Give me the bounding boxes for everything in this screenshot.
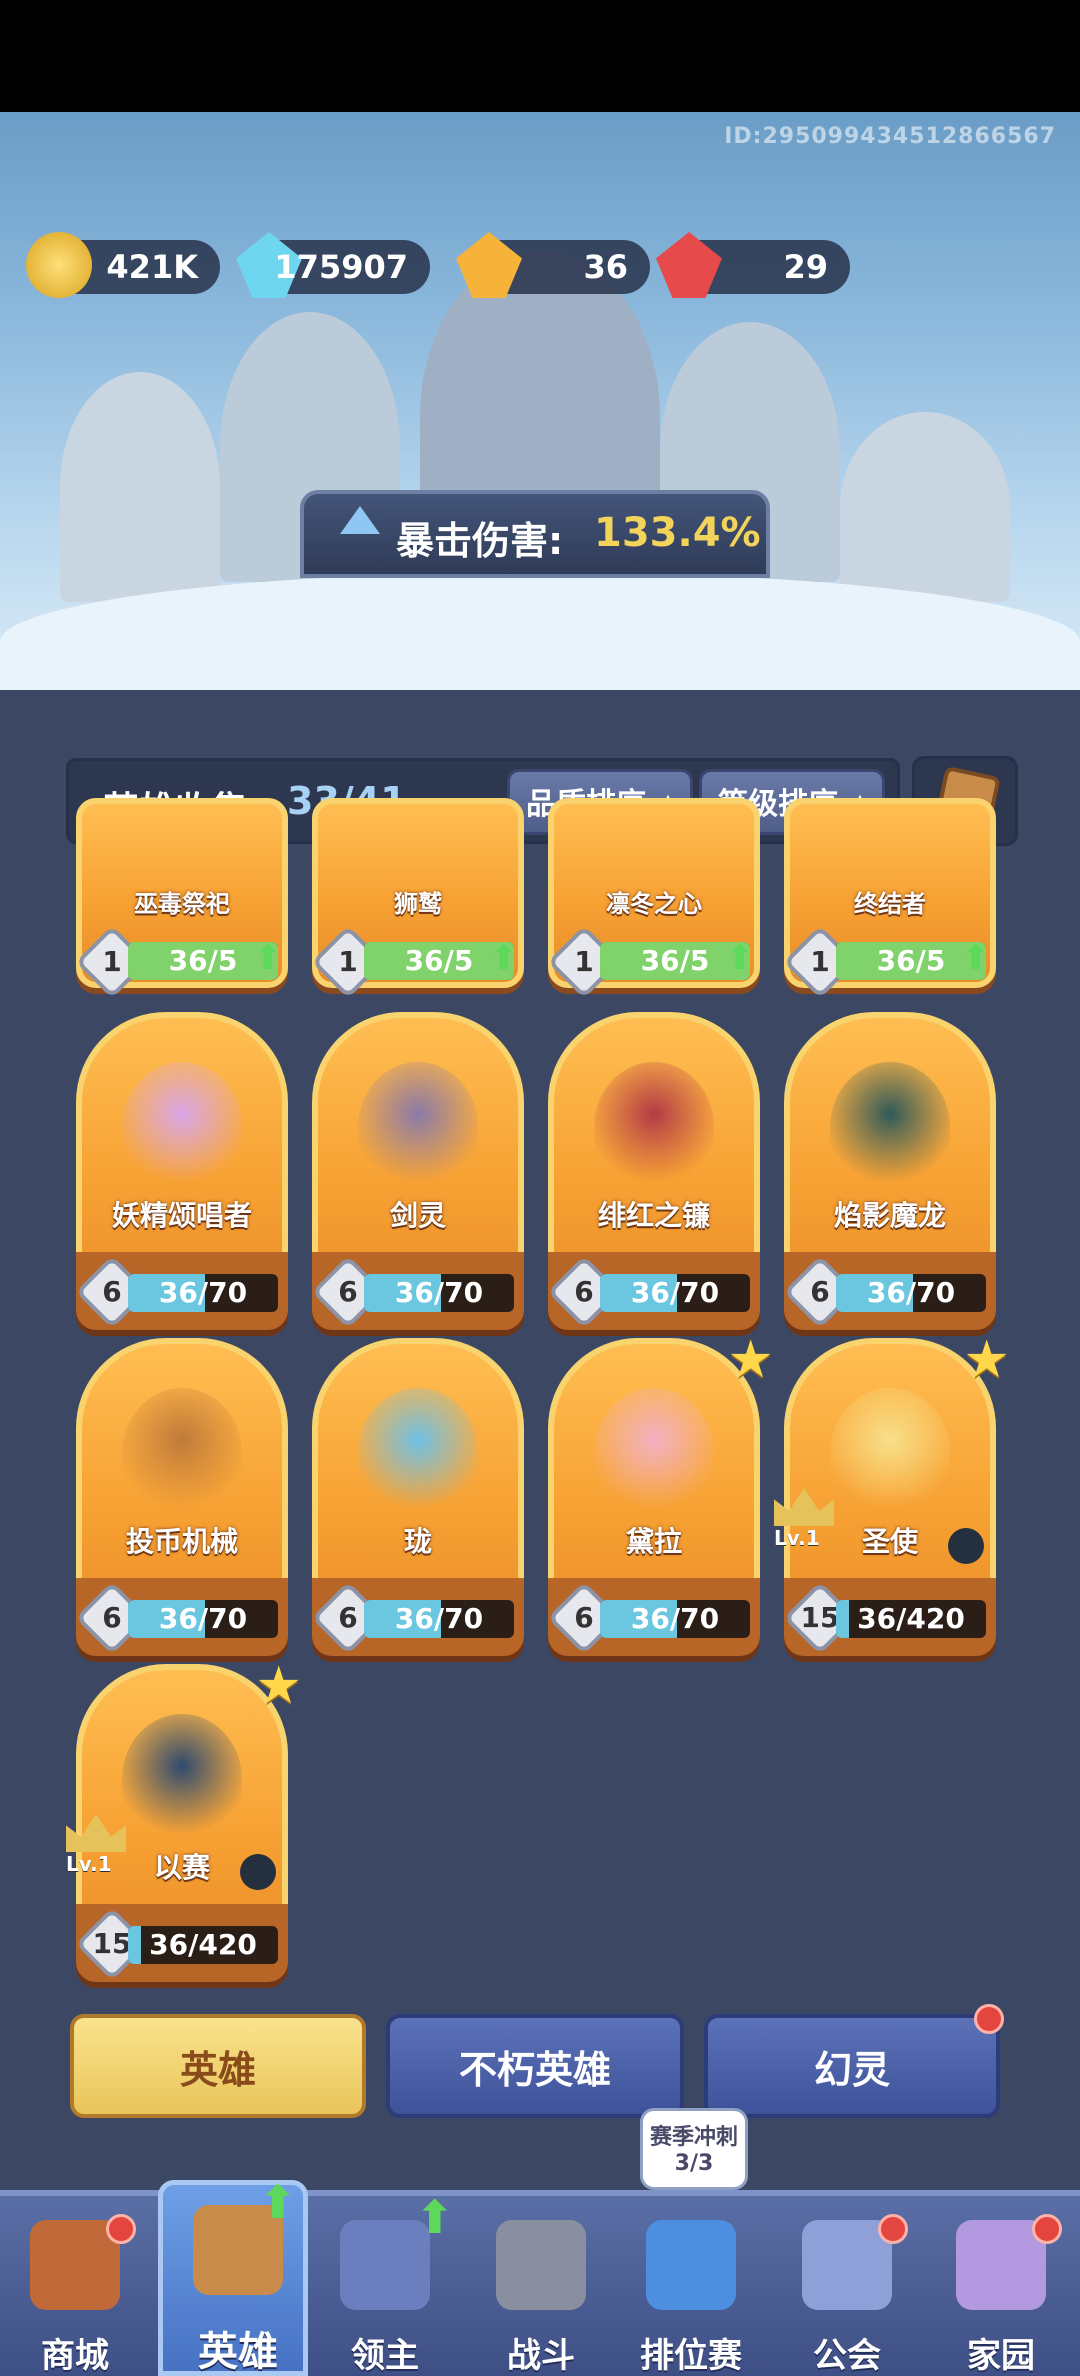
arrow-up-icon — [340, 506, 380, 534]
orange-gem-value: 36 — [583, 248, 628, 286]
statue-left — [60, 372, 220, 602]
nav-guild[interactable]: 公会 — [772, 2200, 922, 2376]
notification-dot — [878, 2214, 908, 2244]
progress-bar: 36/70 — [128, 1600, 278, 1638]
hero-name: 妖精颂唱者 — [111, 1199, 252, 1232]
crystal-value: 175907 — [274, 248, 408, 286]
crown-icon — [774, 1488, 834, 1526]
crown-badge: Lv.1 — [66, 1814, 132, 1876]
currency-red-gem[interactable]: 29 — [656, 232, 850, 298]
hero-card[interactable]: 投币机械 6 36/70 — [75, 1338, 288, 1658]
hero-portrait — [830, 1062, 950, 1192]
hero-name: 珑 — [403, 1525, 432, 1558]
status-bar — [0, 0, 1080, 112]
hero-card[interactable]: 焰影魔龙 6 36/70 — [783, 1012, 996, 1332]
upgrade-arrow-icon: ⬆ — [258, 2175, 297, 2229]
gold-coin-icon — [26, 232, 92, 298]
upgrade-arrow-icon: ⬆ — [253, 938, 283, 978]
tab-hero[interactable]: 英雄 — [70, 2014, 366, 2118]
nav-ranked[interactable]: 排位赛 — [616, 2200, 766, 2376]
upgrade-arrow-icon: ⬆ — [961, 938, 991, 978]
hero-portrait — [358, 1062, 478, 1192]
hero-portrait — [594, 1388, 714, 1518]
progress-bar: 36/420 — [128, 1926, 278, 1964]
hero-portrait — [122, 1388, 242, 1518]
progress-bar: 36/70 — [128, 1274, 278, 1312]
nav-lord[interactable]: 领主 ⬆ — [310, 2190, 460, 2376]
notification-dot — [1032, 2214, 1062, 2244]
hero-card[interactable]: 终结者 1 36/5 ⬆ — [783, 798, 996, 999]
gold-value: 421K — [106, 248, 198, 286]
hero-card[interactable]: 剑灵 6 36/70 — [311, 1012, 524, 1332]
hero-card[interactable]: 圣使 15 36/420 ★ Lv.1 — [774, 1330, 1010, 1658]
currency-gold[interactable]: 421K — [26, 232, 220, 298]
hero-portrait — [594, 1062, 714, 1192]
progress-bar: 36/70 — [600, 1600, 750, 1638]
hero-card[interactable]: 以赛 15 36/420 ★ Lv.1 — [66, 1656, 302, 1984]
hero-name: 终结者 — [854, 890, 926, 918]
hero-card[interactable]: 凛冬之心 1 36/5 ⬆ — [547, 798, 760, 999]
progress-bar: 36/70 — [364, 1600, 514, 1638]
upgrade-arrow-icon: ⬆ — [725, 938, 755, 978]
progress-bar: 36/70 — [836, 1274, 986, 1312]
crown-badge: Lv.1 — [774, 1488, 840, 1550]
star-icon: ★ — [255, 1656, 302, 1716]
crit-label: 暴击伤害: — [396, 519, 564, 563]
pet-icon — [240, 1854, 276, 1890]
star-icon: ★ — [963, 1330, 1010, 1390]
hero-name: 绯红之镰 — [597, 1199, 710, 1232]
hero-name: 剑灵 — [389, 1199, 446, 1232]
hero-portrait — [122, 1714, 242, 1844]
tab-immortal-hero[interactable]: 不朽英雄 — [386, 2014, 684, 2118]
hero-card[interactable]: 珑 6 36/70 — [311, 1338, 524, 1658]
nav-hero[interactable]: 英雄 ⬆ — [158, 2175, 308, 2376]
hero-card[interactable]: 黛拉 6 36/70 ★ — [547, 1330, 774, 1658]
hero-portrait — [122, 1062, 242, 1192]
nav-home[interactable]: 家园 — [926, 2200, 1076, 2376]
crossed-swords-icon — [496, 2220, 586, 2310]
hero-card[interactable]: 巫毒祭祀 1 36/5 ⬆ — [75, 798, 288, 999]
hero-name: 凛冬之心 — [606, 890, 702, 918]
ranked-shield-icon — [646, 2220, 736, 2310]
crit-value: 133.4% — [594, 510, 761, 556]
hero-name: 巫毒祭祀 — [134, 890, 230, 918]
progress-bar: 36/70 — [364, 1274, 514, 1312]
statue-robot — [840, 412, 1010, 602]
hero-card[interactable]: 绯红之镰 6 36/70 — [547, 1012, 760, 1332]
player-id: ID:2950994345128665​67 — [724, 124, 1056, 149]
crit-damage-bar: 暴击伤害: 133.4% — [300, 490, 770, 578]
red-gem-value: 29 — [783, 248, 828, 286]
hero-portrait — [830, 1388, 950, 1518]
season-sprint-bubble: 赛季冲刺 3/3 — [640, 2108, 748, 2190]
hero-hall-scene: ID:2950994345128665​67 421K 175907 36 29 — [0, 112, 1080, 690]
tab-phantom[interactable]: 幻灵 — [704, 2014, 1000, 2118]
hero-portrait — [358, 1388, 478, 1518]
hero-name: 焰影魔龙 — [833, 1199, 946, 1232]
hero-name: 狮鹫 — [394, 890, 442, 918]
currency-orange-gem[interactable]: 36 — [456, 232, 650, 298]
red-gem-icon — [656, 232, 722, 298]
nav-battle[interactable]: 战斗 — [466, 2200, 616, 2376]
pet-icon — [948, 1528, 984, 1564]
hero-name: 黛拉 — [625, 1525, 682, 1558]
hero-card[interactable]: 狮鹫 1 36/5 ⬆ — [311, 798, 524, 999]
star-icon: ★ — [727, 1330, 774, 1390]
upgrade-arrow-icon: ⬆ — [415, 2190, 454, 2244]
hero-card[interactable]: 妖精颂唱者 6 36/70 — [75, 1012, 288, 1332]
upgrade-arrow-icon: ⬆ — [489, 938, 519, 978]
progress-bar: 36/420 — [836, 1600, 986, 1638]
crown-icon — [66, 1814, 126, 1852]
currency-crystal[interactable]: 175907 — [236, 232, 430, 298]
notification-dot — [974, 2004, 1004, 2034]
notification-dot — [106, 2214, 136, 2244]
progress-bar: 36/70 — [600, 1274, 750, 1312]
hero-name: 投币机械 — [125, 1525, 238, 1558]
nav-shop[interactable]: 商城 — [0, 2200, 150, 2376]
